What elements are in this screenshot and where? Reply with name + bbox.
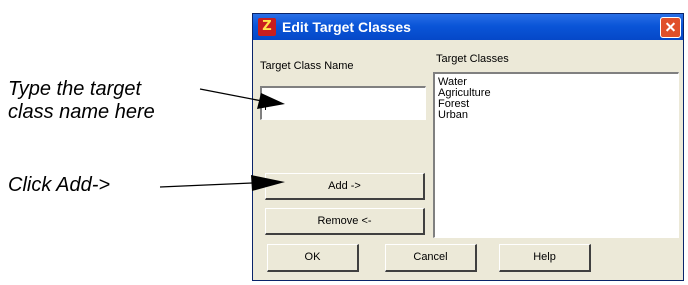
remove-button[interactable]: Remove <- <box>265 208 425 235</box>
edit-target-classes-dialog: Z Edit Target Classes Target Class Name … <box>252 13 684 281</box>
list-item[interactable]: Agriculture <box>438 88 678 99</box>
target-class-name-input[interactable] <box>260 86 426 120</box>
cancel-button[interactable]: Cancel <box>385 244 477 272</box>
target-classes-listbox[interactable]: Water Agriculture Forest Urban <box>433 72 679 238</box>
title-bar[interactable]: Z Edit Target Classes <box>253 14 683 40</box>
list-item[interactable]: Forest <box>438 99 678 110</box>
callout-text-type-name-line-2: class name here <box>8 101 155 123</box>
callout-line-click-add <box>159 182 253 188</box>
dialog-title: Edit Target Classes <box>282 19 411 35</box>
callout-text-click-add: Click Add-> <box>8 174 111 196</box>
close-icon[interactable] <box>660 17 681 38</box>
app-icon: Z <box>258 18 276 36</box>
list-item[interactable]: Urban <box>438 110 678 121</box>
help-button[interactable]: Help <box>499 244 591 272</box>
ok-button[interactable]: OK <box>267 244 359 272</box>
target-class-name-label: Target Class Name <box>260 60 354 72</box>
callout-text-type-name-line-1: Type the target <box>8 78 142 100</box>
target-classes-label: Target Classes <box>436 53 509 65</box>
add-button[interactable]: Add -> <box>265 173 425 200</box>
